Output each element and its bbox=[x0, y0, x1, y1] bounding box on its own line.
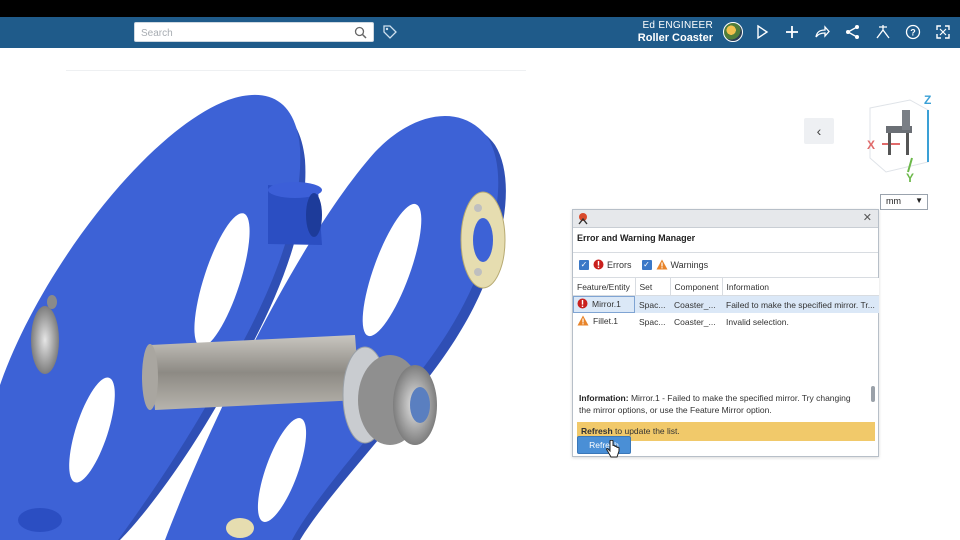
play-icon[interactable] bbox=[753, 23, 771, 41]
search-icon[interactable] bbox=[354, 26, 367, 44]
solidworks-logo-icon bbox=[576, 211, 590, 230]
warnings-filter[interactable]: ✓ Warnings bbox=[641, 259, 709, 272]
x-axis-label: X bbox=[867, 138, 875, 152]
errors-filter[interactable]: ✓ Errors bbox=[579, 259, 632, 272]
table-row[interactable]: Fillet.1 Spac... Coaster_... Invalid sel… bbox=[573, 313, 879, 330]
table-row[interactable]: Mirror.1 Spac... Coaster_... Failed to m… bbox=[573, 295, 879, 313]
hand-cursor-icon bbox=[606, 440, 620, 458]
spacer-cylinder[interactable] bbox=[268, 182, 322, 245]
refresh-notice-text: to update the list. bbox=[612, 426, 680, 436]
information-cell[interactable]: Invalid selection. bbox=[722, 313, 879, 330]
feature-name: Fillet.1 bbox=[593, 315, 619, 326]
panel-header[interactable]: ✕ bbox=[573, 210, 878, 228]
warnings-checkbox[interactable]: ✓ bbox=[641, 260, 652, 270]
avatar[interactable] bbox=[723, 22, 743, 42]
chevron-left-icon: ‹ bbox=[816, 123, 822, 139]
close-icon[interactable]: ✕ bbox=[863, 211, 872, 224]
share-network-icon[interactable] bbox=[844, 23, 862, 41]
warning-icon bbox=[577, 315, 589, 328]
bottom-spacer[interactable] bbox=[18, 508, 62, 532]
plus-icon[interactable] bbox=[783, 23, 801, 41]
issues-list-empty-area bbox=[573, 330, 878, 386]
collapse-panel-button[interactable]: ‹ bbox=[804, 118, 834, 144]
set-cell[interactable]: Spac... bbox=[635, 295, 670, 313]
units-select[interactable]: mm ▼ bbox=[880, 194, 928, 210]
info-scrollbar[interactable] bbox=[871, 386, 875, 402]
error-icon bbox=[577, 298, 588, 311]
svg-text:?: ? bbox=[910, 28, 916, 38]
column-header-set[interactable]: Set bbox=[635, 278, 671, 296]
feature-cell[interactable]: Mirror.1 bbox=[573, 295, 635, 313]
filter-bar: ✓ Errors ✓ Warnings bbox=[573, 253, 878, 278]
panel-title: Error and Warning Manager bbox=[573, 228, 878, 253]
bearing-top[interactable] bbox=[460, 191, 506, 289]
center-shaft[interactable] bbox=[142, 335, 360, 410]
tag-icon[interactable] bbox=[382, 24, 398, 45]
user-name: Ed ENGINEER bbox=[642, 20, 713, 31]
information-panel: Information: Mirror.1 - Failed to make t… bbox=[573, 386, 878, 418]
search-box[interactable] bbox=[134, 22, 374, 44]
app-title: Roller Coaster bbox=[637, 32, 713, 44]
column-header-feature[interactable]: Feature/Entity bbox=[573, 278, 636, 296]
error-warning-panel: ✕ Error and Warning Manager ✓ Errors ✓ W… bbox=[572, 209, 879, 457]
errors-label: Errors bbox=[607, 260, 632, 270]
user-info[interactable]: Ed ENGINEER Roller Coaster bbox=[600, 20, 713, 45]
bearing-bottom[interactable] bbox=[226, 518, 254, 538]
feature-icon[interactable] bbox=[874, 23, 892, 41]
issues-table: Feature/Entity Set Component Information… bbox=[573, 278, 879, 330]
search-input[interactable] bbox=[135, 24, 347, 43]
left-bolt[interactable] bbox=[31, 295, 59, 374]
top-bar: Ed ENGINEER Roller Coaster ? bbox=[0, 17, 960, 48]
component-cell[interactable]: Coaster_... bbox=[670, 295, 722, 313]
component-cell[interactable]: Coaster_... bbox=[670, 313, 722, 330]
feature-cell[interactable]: Fillet.1 bbox=[573, 313, 635, 330]
y-axis-label: Y bbox=[906, 171, 914, 184]
information-cell[interactable]: Failed to make the specified mirror. Tr.… bbox=[722, 295, 879, 313]
errors-checkbox[interactable]: ✓ bbox=[579, 260, 589, 270]
information-label: Information: bbox=[579, 393, 629, 403]
letterbox bbox=[0, 0, 960, 17]
help-icon[interactable]: ? bbox=[904, 23, 922, 41]
share-arrow-icon[interactable] bbox=[813, 23, 831, 41]
z-axis-label: Z bbox=[924, 93, 931, 107]
fullscreen-icon[interactable] bbox=[934, 23, 952, 41]
chevron-down-icon: ▼ bbox=[915, 196, 923, 205]
column-header-component[interactable]: Component bbox=[670, 278, 723, 296]
units-value: mm bbox=[886, 196, 901, 206]
set-cell[interactable]: Spac... bbox=[635, 313, 670, 330]
error-icon bbox=[593, 259, 604, 272]
view-compass[interactable]: Z X Y bbox=[862, 92, 938, 184]
refresh-button[interactable]: Refresh bbox=[577, 436, 631, 454]
feature-name: Mirror.1 bbox=[592, 298, 621, 309]
chair-model-icon bbox=[886, 110, 912, 155]
refresh-notice-bold: Refresh bbox=[581, 426, 613, 436]
warnings-label: Warnings bbox=[670, 260, 709, 270]
column-header-information[interactable]: Information bbox=[722, 278, 879, 296]
warning-icon bbox=[656, 259, 668, 272]
